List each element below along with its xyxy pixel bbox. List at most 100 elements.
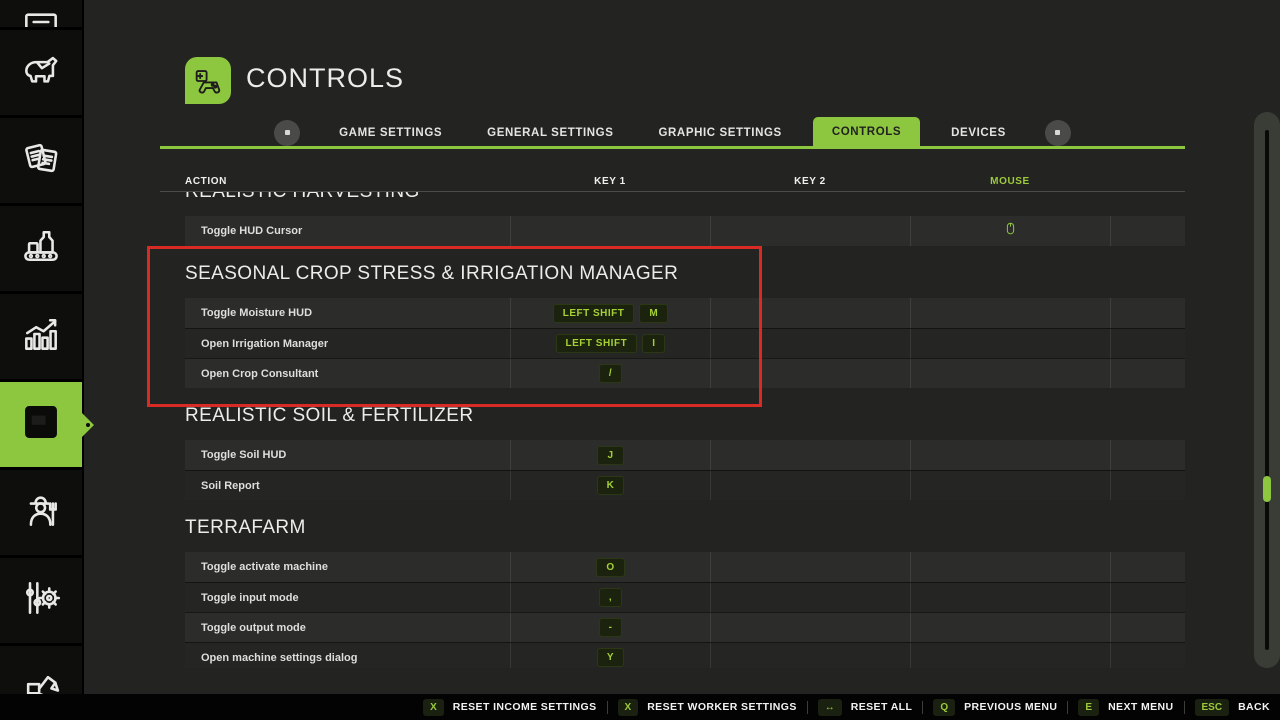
section-rows: Toggle activate machineOToggle input mod… (185, 552, 1185, 668)
key-cell[interactable] (710, 216, 910, 246)
hotkey-badge: ESC (1195, 699, 1230, 716)
key-cell[interactable] (710, 552, 910, 582)
tab-game-settings[interactable]: GAME SETTINGS (325, 127, 456, 139)
sidebar-item-animals[interactable] (0, 30, 82, 118)
sidebar-item-farmer[interactable] (0, 470, 82, 558)
mouse-cell[interactable] (910, 613, 1110, 642)
key-cell[interactable] (710, 359, 910, 388)
key-cell[interactable] (710, 298, 910, 328)
key-cell[interactable] (710, 471, 910, 500)
sidebar-item-tools[interactable] (0, 558, 82, 646)
key-cell[interactable]: Y (510, 643, 710, 668)
footer-action-previous-menu[interactable]: QPREVIOUS MENU (933, 699, 1057, 716)
tab-general-settings[interactable]: GENERAL SETTINGS (473, 127, 627, 139)
control-binding-row[interactable]: Toggle output mode- (185, 612, 1185, 642)
key-cell[interactable]: J (510, 440, 710, 470)
spare-cell (1110, 583, 1185, 612)
tab-bar: GAME SETTINGS GENERAL SETTINGS GRAPHIC SET… (160, 117, 1185, 148)
key-cell[interactable]: LEFT SHIFTM (510, 298, 710, 328)
key-cell[interactable] (710, 440, 910, 470)
key-cell[interactable] (710, 643, 910, 668)
mouse-cell[interactable] (910, 359, 1110, 388)
tab-devices[interactable]: DEVICES (937, 127, 1020, 139)
control-binding-row[interactable]: Toggle HUD Cursor (185, 216, 1185, 246)
key-cell[interactable]: LEFT SHIFTI (510, 329, 710, 358)
scrollbar-thumb[interactable] (1263, 476, 1271, 502)
action-label: Soil Report (185, 471, 510, 500)
mouse-cell[interactable] (910, 471, 1110, 500)
sidebar-item-contracts[interactable] (0, 118, 82, 206)
action-label: Open Irrigation Manager (185, 329, 510, 358)
hotkey-label: RESET WORKER SETTINGS (647, 701, 797, 713)
active-notch-dot (86, 423, 90, 427)
control-binding-row[interactable]: Toggle input mode, (185, 582, 1185, 612)
footer-action-back[interactable]: ESCBACK (1195, 699, 1271, 716)
key-cell[interactable] (710, 329, 910, 358)
mouse-cell[interactable] (910, 583, 1110, 612)
key-badge: Y (597, 648, 624, 667)
controls-app-icon (185, 57, 231, 104)
key-badge: LEFT SHIFT (553, 304, 635, 323)
right-arrow-icon (1055, 130, 1060, 135)
tabs-next-button[interactable] (1045, 120, 1071, 146)
tab-graphic-settings[interactable]: GRAPHIC SETTINGS (644, 127, 795, 139)
spare-cell (1110, 440, 1185, 470)
mouse-cell[interactable] (910, 643, 1110, 668)
footer-action-reset-worker-settings[interactable]: XRESET WORKER SETTINGS (618, 699, 797, 716)
mouse-cell[interactable] (910, 298, 1110, 328)
section-title: SEASONAL CROP STRESS & IRRIGATION MANAGE… (160, 260, 1185, 288)
left-arrow-icon (285, 130, 290, 135)
key-cell[interactable]: K (510, 471, 710, 500)
spare-cell (1110, 643, 1185, 668)
settings-square-icon (19, 400, 63, 449)
column-header-key1: KEY 1 (510, 176, 710, 187)
sidebar-item-statistics[interactable] (0, 294, 82, 382)
spare-cell (1110, 552, 1185, 582)
control-binding-row[interactable]: Toggle Soil HUDJ (185, 440, 1185, 470)
control-binding-row[interactable]: Open Irrigation ManagerLEFT SHIFTI (185, 328, 1185, 358)
mouse-icon (1003, 221, 1018, 241)
column-header-mouse: MOUSE (910, 176, 1110, 187)
gamepad-icon (191, 64, 225, 98)
control-binding-row[interactable]: Toggle activate machineO (185, 552, 1185, 582)
section-rows: Toggle HUD Cursor (185, 216, 1185, 246)
footer-action-next-menu[interactable]: ENEXT MENU (1078, 699, 1173, 716)
footer-action-reset-all[interactable]: ↔RESET ALL (818, 699, 913, 716)
key-badge: / (599, 364, 622, 383)
key-cell[interactable]: / (510, 359, 710, 388)
mouse-cell[interactable] (910, 440, 1110, 470)
statistics-icon (19, 312, 63, 361)
sidebar-item-settings[interactable] (0, 382, 82, 470)
mouse-cell[interactable] (910, 216, 1110, 246)
cow-icon (19, 48, 63, 97)
key-cell[interactable]: O (510, 552, 710, 582)
section-rows: Toggle Moisture HUDLEFT SHIFTMOpen Irrig… (185, 298, 1185, 388)
mouse-cell[interactable] (910, 552, 1110, 582)
mouse-cell[interactable] (910, 329, 1110, 358)
scrollbar[interactable] (1254, 112, 1280, 668)
footer-action-reset-income-settings[interactable]: XRESET INCOME SETTINGS (423, 699, 596, 716)
section-title: REALISTIC HARVESTING (160, 192, 1185, 206)
sidebar-item-map[interactable] (0, 0, 82, 30)
control-binding-row[interactable]: Open machine settings dialogY (185, 642, 1185, 668)
hotkey-label: RESET ALL (851, 701, 913, 713)
map-icon (19, 0, 63, 30)
scrollbar-track[interactable] (1265, 130, 1269, 650)
key-cell[interactable]: - (510, 613, 710, 642)
key-badge: LEFT SHIFT (556, 334, 638, 353)
control-binding-row[interactable]: Toggle Moisture HUDLEFT SHIFTM (185, 298, 1185, 328)
control-binding-row[interactable]: Open Crop Consultant/ (185, 358, 1185, 388)
tools-icon (19, 576, 63, 625)
key-cell[interactable]: , (510, 583, 710, 612)
tab-controls[interactable]: CONTROLS (813, 117, 920, 148)
sidebar-item-production[interactable] (0, 206, 82, 294)
tabs-prev-button[interactable] (274, 120, 300, 146)
key-cell[interactable] (710, 613, 910, 642)
control-binding-row[interactable]: Soil ReportK (185, 470, 1185, 500)
footer-separator (1184, 701, 1185, 714)
key-badge: O (596, 558, 624, 577)
key-cell[interactable] (710, 583, 910, 612)
production-icon (19, 224, 63, 273)
spare-cell (1110, 613, 1185, 642)
key-cell[interactable] (510, 216, 710, 246)
